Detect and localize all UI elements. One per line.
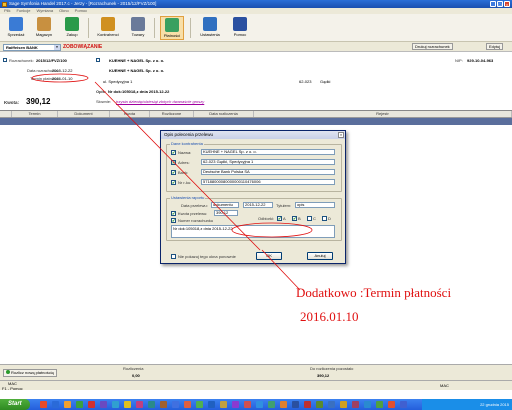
annotation-ellipse xyxy=(31,73,89,83)
annotation-text-2: 2016.01.10 xyxy=(300,309,359,324)
annotation-ellipse xyxy=(231,222,313,238)
annotation-line xyxy=(261,249,301,291)
annotation-line xyxy=(94,81,261,251)
annotation-overlay xyxy=(31,73,313,291)
annotation-text-1: Dodatkowo :Termin płatności xyxy=(296,285,452,300)
